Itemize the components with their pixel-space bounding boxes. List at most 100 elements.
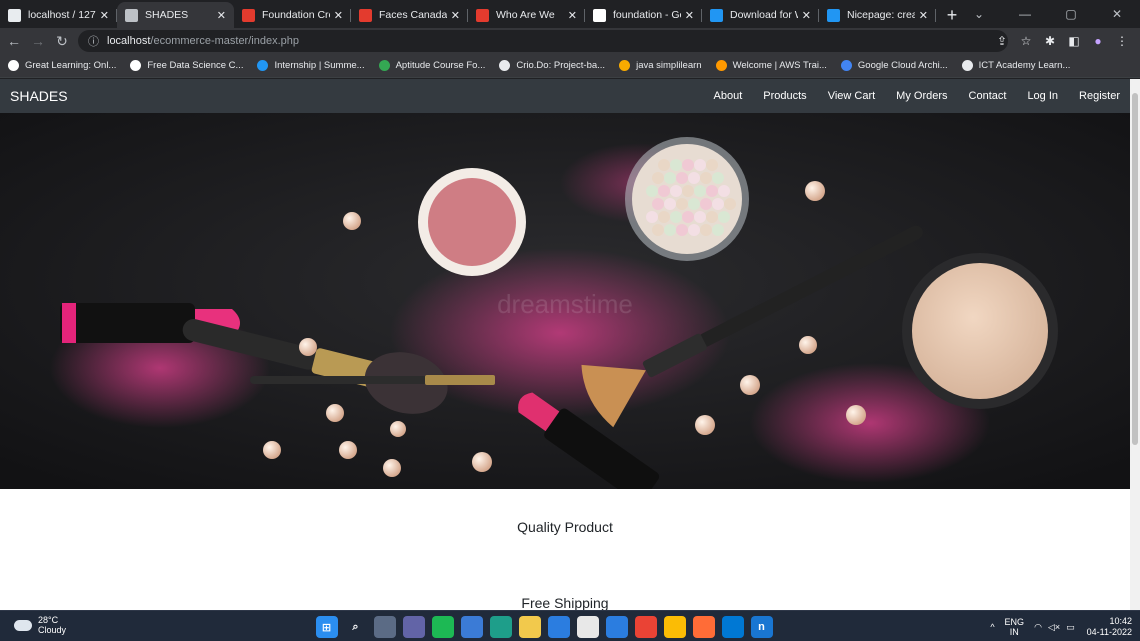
spotify-icon[interactable] [431, 616, 454, 638]
bookmark-item[interactable]: java simplilearn [619, 60, 702, 71]
bookmark-favicon-icon [130, 60, 142, 71]
bookmark-item[interactable]: Aptitude Course Fo... [378, 60, 485, 71]
start-icon[interactable]: ⊞ [315, 616, 338, 638]
site-brand[interactable]: SHADES [10, 88, 68, 104]
bookmark-favicon-icon [619, 60, 631, 71]
weather-widget[interactable]: 28°C Cloudy [14, 615, 66, 635]
browser-tab[interactable]: Who Are We ✕ [468, 2, 585, 28]
bookmark-favicon-icon [257, 60, 269, 71]
pearl-bead [664, 198, 676, 210]
chat-icon[interactable] [402, 616, 425, 638]
pearl-bead [706, 211, 718, 223]
pearl-bead [688, 224, 700, 236]
search-icon[interactable]: ⌕ [345, 616, 367, 638]
store-icon[interactable] [605, 616, 628, 638]
browser-tab[interactable]: Nicepage: create ✕ [819, 2, 936, 28]
taskbar-apps: ⊞ ⌕ n [312, 614, 776, 640]
browser-tab[interactable]: foundation - Goo ✕ [585, 2, 702, 28]
address-host: localhost [107, 35, 151, 47]
loose-pearl [472, 452, 492, 472]
loose-pearl [805, 181, 825, 201]
pearl-bead [712, 172, 724, 184]
pearl-bead [700, 224, 712, 236]
info-icon[interactable]: ⓘ [88, 33, 99, 49]
mail-icon[interactable] [547, 616, 570, 638]
address-bar[interactable]: ⓘ localhost/ecommerce-master/index.php [78, 30, 1008, 52]
forward-arrow-icon[interactable]: → [28, 33, 48, 49]
feature-quality: Quality Product [517, 519, 613, 535]
nav-link-contact[interactable]: Contact [969, 90, 1007, 102]
bookmark-item[interactable]: Google Cloud Archi... [840, 60, 948, 71]
bookmark-item[interactable]: ICT Academy Learn... [961, 60, 1070, 71]
site-navbar: SHADES About Products View Cart My Orders Co… [0, 79, 1130, 113]
clock[interactable]: 10:42 04-11-2022 [1087, 616, 1132, 638]
maximize-button[interactable]: ▢ [1048, 0, 1094, 28]
nav-link-products[interactable]: Products [763, 90, 806, 102]
bookmark-item[interactable]: Welcome | AWS Trai... [715, 60, 827, 71]
browser-tab[interactable]: localhost / 127.0. ✕ [0, 2, 117, 28]
files-icon[interactable] [460, 616, 483, 638]
edge-icon[interactable] [489, 616, 512, 638]
language-indicator[interactable]: ENG IN [1005, 617, 1025, 637]
profile-avatar[interactable]: ● [1086, 34, 1110, 48]
tab-search-icon[interactable]: ⌄ [956, 0, 1002, 28]
reload-icon[interactable]: ↻ [52, 33, 72, 50]
tab-close-icon[interactable]: ✕ [100, 9, 109, 22]
nicepage-icon[interactable]: n [750, 616, 773, 638]
menu-kebab-icon[interactable]: ⋮ [1110, 34, 1134, 48]
wifi-icon[interactable]: ◠ [1034, 622, 1042, 633]
bookmark-item[interactable]: Crio.Do: Project-ba... [499, 60, 605, 71]
share-icon[interactable]: ⇪ [990, 34, 1014, 48]
pearl-bead [658, 159, 670, 171]
minimize-button[interactable]: — [1002, 0, 1048, 28]
vscode-icon[interactable] [721, 616, 744, 638]
loose-pearl [846, 405, 866, 425]
browser-tab[interactable]: Download for Wi ✕ [702, 2, 819, 28]
bookmark-item[interactable]: Free Data Science C... [130, 60, 243, 71]
task-view-icon[interactable] [373, 616, 396, 638]
close-window-button[interactable]: ✕ [1094, 0, 1140, 28]
github-desktop-icon[interactable] [576, 616, 599, 638]
nav-link-log-in[interactable]: Log In [1027, 90, 1058, 102]
tab-title: Faces Canada 3 In [379, 9, 447, 21]
volume-icon[interactable]: ◁× [1048, 622, 1060, 633]
postman-icon[interactable] [692, 616, 715, 638]
explorer-icon[interactable] [518, 616, 541, 638]
weather-temp: 28°C [38, 615, 59, 625]
hero-watermark-text: dreamstime [497, 289, 633, 319]
bookmark-favicon-icon [961, 60, 973, 71]
bookmark-item[interactable]: Internship | Summe... [257, 60, 365, 71]
web-page: SHADES About Products View Cart My Orders Co… [0, 79, 1140, 610]
chevron-up-icon[interactable]: ^ [990, 622, 994, 632]
address-path: /ecommerce-master/index.php [150, 35, 299, 47]
nav-link-register[interactable]: Register [1079, 90, 1120, 102]
scrollbar-thumb[interactable] [1132, 93, 1138, 445]
pearl-bead [670, 159, 682, 171]
nav-link-view-cart[interactable]: View Cart [828, 90, 875, 102]
chrome-active-icon[interactable] [663, 616, 686, 638]
back-arrow-icon[interactable]: ← [4, 33, 24, 49]
tab-close-icon[interactable]: ✕ [217, 9, 226, 22]
tab-close-icon[interactable]: ✕ [802, 9, 811, 22]
tab-close-icon[interactable]: ✕ [568, 9, 577, 22]
tab-close-icon[interactable]: ✕ [451, 9, 460, 22]
chrome-icon[interactable] [634, 616, 657, 638]
page-scrollbar[interactable] [1130, 79, 1140, 610]
extensions-puzzle-icon[interactable]: ✱ [1038, 34, 1062, 48]
nav-link-about[interactable]: About [714, 90, 743, 102]
tab-close-icon[interactable]: ✕ [919, 9, 928, 22]
tab-close-icon[interactable]: ✕ [334, 9, 343, 22]
battery-icon[interactable]: ▭ [1066, 622, 1075, 633]
tab-title: Download for Wi [730, 9, 798, 21]
pearl-bead [682, 159, 694, 171]
tab-close-icon[interactable]: ✕ [685, 9, 694, 22]
bookmark-item[interactable]: Great Learning: Onl... [8, 60, 116, 71]
browser-tab[interactable]: Foundation Crea ✕ [234, 2, 351, 28]
nav-link-my-orders[interactable]: My Orders [896, 90, 947, 102]
pearl-bead [664, 172, 676, 184]
browser-tab[interactable]: Faces Canada 3 In ✕ [351, 2, 468, 28]
loose-pearl [383, 459, 401, 477]
side-panel-icon[interactable]: ◧ [1062, 34, 1086, 48]
bookmark-star-icon[interactable]: ☆ [1014, 34, 1038, 48]
browser-tab[interactable]: SHADES ✕ [117, 2, 234, 28]
